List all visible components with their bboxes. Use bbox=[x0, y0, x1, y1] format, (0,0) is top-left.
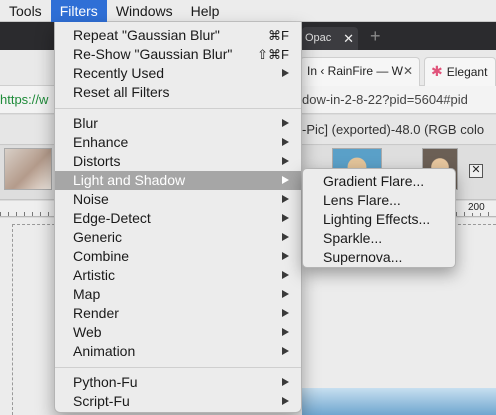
submenu-arrow-icon bbox=[282, 378, 289, 386]
submenu-arrow-icon bbox=[282, 138, 289, 146]
menu-item-label: Combine bbox=[73, 248, 130, 264]
menu-item-label: Map bbox=[73, 286, 101, 302]
submenu-arrow-icon bbox=[282, 328, 289, 336]
menu-item-repeat-gaussian-blur[interactable]: Repeat "Gaussian Blur" ⌘F bbox=[55, 26, 301, 45]
canvas-image-preview bbox=[302, 388, 496, 415]
menu-item-label: Enhance bbox=[73, 134, 129, 150]
menu-item-shortcut: ⇧⌘F bbox=[257, 47, 289, 62]
light-and-shadow-submenu: Gradient Flare... Lens Flare... Lighting… bbox=[302, 168, 456, 268]
menu-item-recently-used[interactable]: Recently Used bbox=[55, 64, 301, 83]
menu-item-label: Distorts bbox=[73, 153, 121, 169]
submenu-arrow-icon bbox=[282, 252, 289, 260]
submenu-arrow-icon bbox=[282, 69, 289, 77]
menubar-filters[interactable]: Filters bbox=[50, 0, 107, 22]
submenu-arrow-icon bbox=[282, 271, 289, 279]
menu-item-label: Artistic bbox=[73, 267, 115, 283]
submenu-arrow-icon bbox=[282, 347, 289, 355]
submenu-arrow-icon bbox=[282, 119, 289, 127]
menu-item-map[interactable]: Map bbox=[55, 285, 301, 304]
menu-item-label: Noise bbox=[73, 191, 109, 207]
menu-item-reset-all-filters[interactable]: Reset all Filters bbox=[55, 83, 301, 102]
image-thumbnail[interactable] bbox=[4, 148, 52, 190]
bookmark-tab-elegant[interactable]: ✱ Elegant bbox=[424, 57, 496, 86]
browser-tab[interactable]: Opac ✕ bbox=[302, 27, 358, 50]
menu-item-reshow-gaussian-blur[interactable]: Re-Show "Gaussian Blur" ⇧⌘F bbox=[55, 45, 301, 64]
menu-item-label: Light and Shadow bbox=[73, 172, 186, 188]
menu-item-combine[interactable]: Combine bbox=[55, 247, 301, 266]
image-title-text: -Pic] (exported)-48.0 (RGB colo bbox=[302, 122, 485, 137]
menu-item-python-fu[interactable]: Python-Fu bbox=[55, 373, 301, 392]
menu-item-label: Render bbox=[73, 305, 119, 321]
ruler-number: 200 bbox=[466, 202, 487, 213]
asterisk-icon: ✱ bbox=[431, 63, 443, 79]
menu-item-label: Blur bbox=[73, 115, 98, 131]
submenu-item-lens-flare[interactable]: Lens Flare... bbox=[303, 191, 455, 210]
menu-item-noise[interactable]: Noise bbox=[55, 190, 301, 209]
submenu-arrow-icon bbox=[282, 397, 289, 405]
new-tab-icon[interactable]: + bbox=[370, 26, 381, 46]
menu-item-light-and-shadow[interactable]: Light and Shadow bbox=[55, 171, 301, 190]
menu-item-animation[interactable]: Animation bbox=[55, 342, 301, 361]
close-tab-icon[interactable]: ✕ bbox=[343, 27, 354, 50]
submenu-item-lighting-effects[interactable]: Lighting Effects... bbox=[303, 210, 455, 229]
menu-item-artistic[interactable]: Artistic bbox=[55, 266, 301, 285]
menu-item-label: Repeat "Gaussian Blur" bbox=[73, 27, 220, 43]
menu-item-shortcut: ⌘F bbox=[268, 28, 289, 43]
submenu-arrow-icon bbox=[282, 233, 289, 241]
submenu-item-sparkle[interactable]: Sparkle... bbox=[303, 229, 455, 248]
menu-item-label: Script-Fu bbox=[73, 393, 130, 409]
close-tab-icon[interactable]: ✕ bbox=[403, 58, 413, 85]
menu-item-label: Web bbox=[73, 324, 102, 340]
menubar-tools[interactable]: Tools bbox=[0, 0, 51, 22]
menu-item-enhance[interactable]: Enhance bbox=[55, 133, 301, 152]
menu-item-label: Recently Used bbox=[73, 65, 165, 81]
menu-item-distorts[interactable]: Distorts bbox=[55, 152, 301, 171]
menu-separator bbox=[55, 367, 301, 368]
submenu-arrow-icon bbox=[282, 195, 289, 203]
submenu-item-supernova[interactable]: Supernova... bbox=[303, 248, 455, 267]
menu-item-label: Generic bbox=[73, 229, 123, 245]
submenu-arrow-icon bbox=[282, 309, 289, 317]
menu-item-label: Reset all Filters bbox=[73, 84, 170, 100]
submenu-arrow-icon bbox=[282, 214, 289, 222]
menu-item-blur[interactable]: Blur bbox=[55, 114, 301, 133]
submenu-arrow-icon bbox=[282, 290, 289, 298]
bookmark-tab-label: In ‹ RainFire — W bbox=[307, 64, 404, 78]
app-menubar: Tools Filters Windows Help bbox=[0, 0, 496, 22]
menu-item-label: Edge-Detect bbox=[73, 210, 151, 226]
menu-separator bbox=[55, 108, 301, 109]
menu-item-label: Re-Show "Gaussian Blur" bbox=[73, 46, 233, 62]
menu-item-render[interactable]: Render bbox=[55, 304, 301, 323]
menu-item-generic[interactable]: Generic bbox=[55, 228, 301, 247]
menu-item-edge-detect[interactable]: Edge-Detect bbox=[55, 209, 301, 228]
url-prefix: https://w bbox=[0, 92, 49, 107]
submenu-arrow-icon bbox=[282, 176, 289, 184]
url-tail: dow-in-2-8-22?pid=5604#pid bbox=[302, 92, 468, 107]
menu-item-script-fu[interactable]: Script-Fu bbox=[55, 392, 301, 411]
menu-item-web[interactable]: Web bbox=[55, 323, 301, 342]
filters-menu: Repeat "Gaussian Blur" ⌘F Re-Show "Gauss… bbox=[54, 22, 302, 413]
menubar-windows[interactable]: Windows bbox=[107, 0, 182, 22]
submenu-item-gradient-flare[interactable]: Gradient Flare... bbox=[303, 172, 455, 191]
browser-tab-title: Opac bbox=[305, 32, 332, 44]
close-icon[interactable]: ✕ bbox=[469, 164, 483, 178]
bookmark-tab-label: Elegant bbox=[446, 65, 488, 79]
submenu-arrow-icon bbox=[282, 157, 289, 165]
menu-item-label: Python-Fu bbox=[73, 374, 138, 390]
bookmark-tab-rainfire[interactable]: In ‹ RainFire — W ✕ bbox=[300, 57, 420, 86]
menu-item-label: Animation bbox=[73, 343, 136, 359]
menubar-help[interactable]: Help bbox=[182, 0, 229, 22]
